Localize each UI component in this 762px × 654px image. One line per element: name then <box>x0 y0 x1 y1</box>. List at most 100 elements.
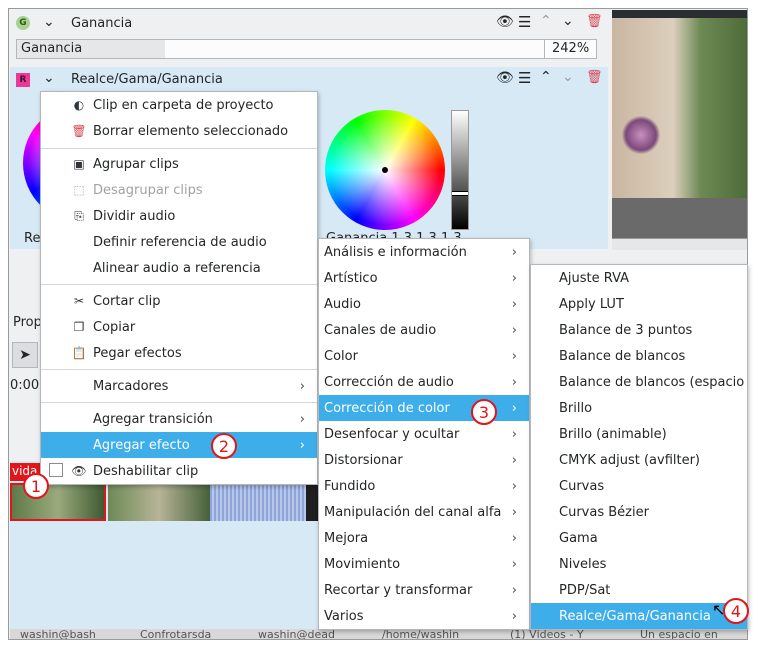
taskbar-item[interactable]: Confrotarsda <box>140 629 211 639</box>
menu-item-add-transition[interactable]: Agregar transición › <box>41 406 317 432</box>
gain-value[interactable]: 242% <box>552 41 589 56</box>
menu-item-label: Cortar clip <box>93 293 161 309</box>
menu-item-add-effect[interactable]: Agregar efecto › <box>41 432 317 458</box>
effect-item[interactable]: CMYK adjust (avfilter) <box>531 447 747 473</box>
menu-item-split-audio[interactable]: ⎘ Dividir audio <box>41 203 317 229</box>
delete-effect-icon[interactable]: 🗑 <box>586 14 603 29</box>
effect-item[interactable]: Balance de blancos (espacio <box>531 369 747 395</box>
submenu-arrow-icon: › <box>511 478 517 494</box>
copy-icon: ❐ <box>73 320 85 334</box>
disable-clip-checkbox[interactable] <box>49 463 63 477</box>
menu-item-group-clips[interactable]: ▣ Agrupar clips <box>41 151 317 177</box>
effect-label: Apply LUT <box>559 296 624 312</box>
luma-handle[interactable] <box>452 191 468 196</box>
effect-label: PDP/Sat <box>559 582 611 598</box>
taskbar-item[interactable]: washin@bash <box>20 629 96 639</box>
effect-label: Realce/Gama/Ganancia <box>559 608 711 624</box>
wheel-cursor[interactable] <box>382 167 388 173</box>
effect-label: Balance de blancos (espacio <box>559 374 745 390</box>
gain-effect-header[interactable]: G ⌄ Ganancia 👁 ☰ ⌃ ⌄ 🗑 <box>10 11 608 37</box>
category-label: Corrección de audio <box>324 374 454 390</box>
timeline-clip[interactable] <box>108 483 210 521</box>
pointer-icon: ➤ <box>19 347 31 363</box>
category-item[interactable]: Audio › <box>319 291 529 317</box>
category-item[interactable]: Canales de audio › <box>319 317 529 343</box>
gain-color-wheel[interactable] <box>325 110 445 230</box>
menu-icon[interactable]: ☰ <box>518 13 531 31</box>
gain-slider-label: Ganancia <box>21 41 83 56</box>
effect-item[interactable]: Brillo (animable) <box>531 421 747 447</box>
gain-slider[interactable]: Ganancia 242% <box>16 39 597 59</box>
taskbar-item[interactable]: washin@dead <box>258 629 335 639</box>
clip-monitor[interactable] <box>612 10 747 250</box>
lgg-badge-icon: R <box>16 73 30 87</box>
category-label: Audio <box>324 296 361 312</box>
effect-item[interactable]: Curvas Bézier <box>531 499 747 525</box>
category-item[interactable]: Fundido › <box>319 473 529 499</box>
eye-icon[interactable]: 👁 <box>496 14 514 30</box>
category-item[interactable]: Análisis e información › <box>319 239 529 265</box>
effect-label: Gama <box>559 530 598 546</box>
effect-item[interactable]: Ajuste RVA <box>531 265 747 291</box>
move-down-icon[interactable]: ⌄ <box>562 69 574 85</box>
category-item[interactable]: Manipulación del canal alfa › <box>319 499 529 525</box>
eye-icon[interactable]: 👁 <box>496 70 514 86</box>
menu-item-label: Deshabilitar clip <box>93 463 199 479</box>
paste-icon: 📋 <box>71 346 87 360</box>
menu-icon[interactable]: ☰ <box>518 69 531 87</box>
category-item[interactable]: Artístico › <box>319 265 529 291</box>
menu-item-clip-in-project-folder[interactable]: ◐ Clip en carpeta de proyecto <box>41 92 317 118</box>
menu-item-align-audio[interactable]: Alinear audio a referencia <box>41 255 317 281</box>
move-down-icon[interactable]: ⌄ <box>562 13 574 29</box>
gain-effect-title: Ganancia <box>71 16 133 31</box>
menu-item-paste-effects[interactable]: 📋 Pegar efectos <box>41 340 317 366</box>
menu-item-label: Alinear audio a referencia <box>93 260 261 276</box>
move-up-icon[interactable]: ⌃ <box>540 13 552 29</box>
ungroup-icon: ⬚ <box>73 183 85 197</box>
effect-item[interactable]: Niveles <box>531 551 747 577</box>
effect-item[interactable]: Brillo <box>531 395 747 421</box>
submenu-arrow-icon: › <box>511 400 517 416</box>
audio-waveform[interactable] <box>210 483 306 521</box>
effect-item[interactable]: Gama <box>531 525 747 551</box>
category-item[interactable]: Desenfocar y ocultar › <box>319 421 529 447</box>
taskbar-item[interactable]: (1) Vídeos - Y <box>510 629 584 639</box>
submenu-arrow-icon: › <box>511 426 517 442</box>
scissors-icon: ✂ <box>73 294 85 308</box>
menu-item-set-audio-reference[interactable]: Definir referencia de audio <box>41 229 317 255</box>
lgg-effect-header[interactable]: R ⌄ Realce/Gama/Ganancia 👁 ☰ ⌃ ⌄ 🗑 <box>10 67 608 93</box>
collapse-chevron-icon[interactable]: ⌄ <box>43 14 55 30</box>
effect-item[interactable]: Balance de blancos <box>531 343 747 369</box>
category-item[interactable]: Recortar y transformar › <box>319 577 529 603</box>
category-item[interactable]: Corrección de audio › <box>319 369 529 395</box>
category-item[interactable]: Varios › <box>319 603 529 629</box>
monitor-ruler[interactable] <box>612 238 747 250</box>
category-label: Artístico <box>324 270 378 286</box>
menu-item-markers[interactable]: Marcadores › <box>41 373 317 399</box>
menu-item-ungroup-clips: ⬚ Desagrupar clips <box>41 177 317 203</box>
taskbar-item[interactable]: Un espacio en <box>640 629 718 639</box>
gain-luma-slider[interactable] <box>451 110 469 230</box>
menu-item-disable-clip[interactable]: 👁 Deshabilitar clip <box>41 458 317 484</box>
category-item-color-correction[interactable]: Corrección de color › <box>319 395 529 421</box>
effect-item[interactable]: Apply LUT <box>531 291 747 317</box>
category-item[interactable]: Movimiento › <box>319 551 529 577</box>
move-up-icon[interactable]: ⌃ <box>540 69 552 85</box>
category-item[interactable]: Distorsionar › <box>319 447 529 473</box>
taskbar-item[interactable]: /home/washin <box>382 629 459 639</box>
effect-item[interactable]: Balance de 3 puntos <box>531 317 747 343</box>
submenu-arrow-icon: › <box>511 244 517 260</box>
select-tool-button[interactable]: ➤ <box>12 342 38 368</box>
menu-item-cut-clip[interactable]: ✂ Cortar clip <box>41 288 317 314</box>
submenu-arrow-icon: › <box>511 504 517 520</box>
category-item[interactable]: Mejora › <box>319 525 529 551</box>
menu-item-delete-selected[interactable]: 🗑 Borrar elemento seleccionado <box>41 118 317 144</box>
effect-item[interactable]: Curvas <box>531 473 747 499</box>
submenu-arrow-icon: › <box>511 556 517 572</box>
menu-item-label: Copiar <box>93 319 136 335</box>
delete-effect-icon[interactable]: 🗑 <box>586 70 603 85</box>
menu-item-copy[interactable]: ❐ Copiar <box>41 314 317 340</box>
category-item[interactable]: Color › <box>319 343 529 369</box>
collapse-chevron-icon[interactable]: ⌄ <box>43 70 55 86</box>
effect-label: Niveles <box>559 556 607 572</box>
